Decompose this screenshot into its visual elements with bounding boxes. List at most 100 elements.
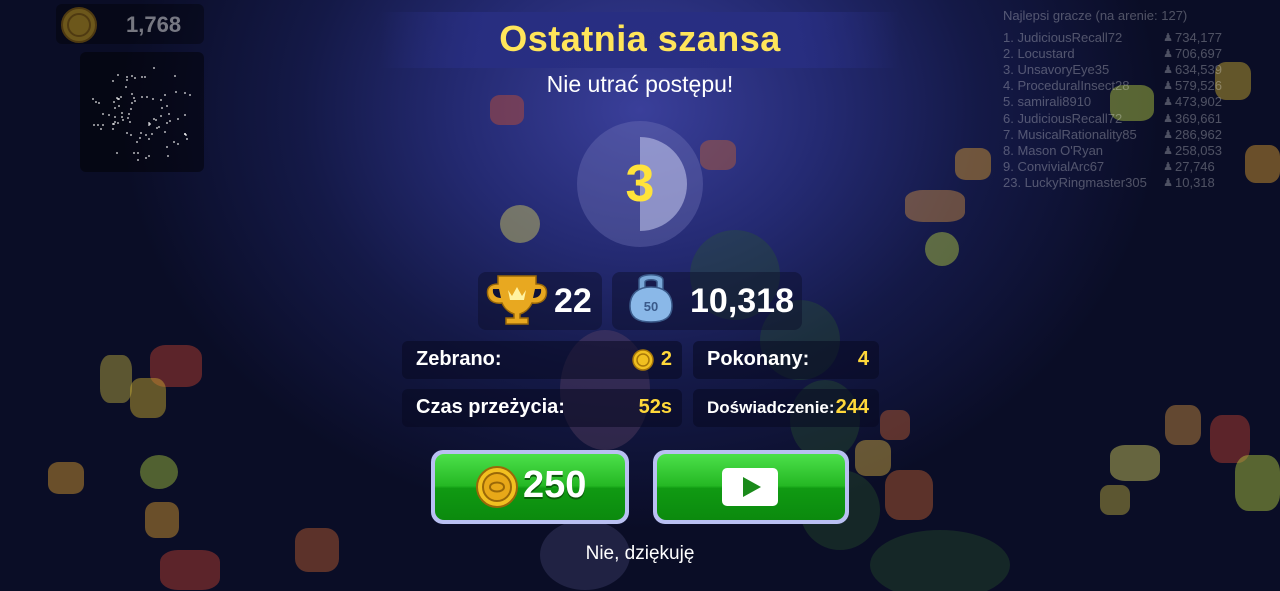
minimap-dot xyxy=(96,124,99,127)
minimap-dot xyxy=(166,105,168,108)
minimap-dot xyxy=(102,123,105,126)
minimap-dot xyxy=(158,125,161,128)
minimap-dot xyxy=(140,132,143,135)
leaderboard-player-score: 10,318 xyxy=(1175,175,1215,191)
minimap-dot xyxy=(112,127,115,130)
minimap-dot xyxy=(151,133,154,136)
minimap-dot xyxy=(112,123,115,126)
leaderboard-row: 23. LuckyRingmaster305 ♟ 10,318 xyxy=(1003,175,1243,191)
food-item xyxy=(700,140,736,170)
countdown-number: 3 xyxy=(625,155,655,213)
buy-revive-button[interactable]: 250 xyxy=(431,450,629,524)
minimap-dot xyxy=(168,113,171,116)
leaderboard-row: 7. MusicalRationality85 ♟ 286,962 xyxy=(1003,126,1243,142)
food-item xyxy=(1165,405,1201,445)
minimap-dot xyxy=(139,136,142,139)
minimap-dot xyxy=(144,134,147,137)
mass-panel: 50 10,318 xyxy=(612,272,802,330)
leaderboard-player-score: 369,661 xyxy=(1175,110,1222,126)
stat-collected-value: 2 xyxy=(660,348,672,370)
food-item xyxy=(885,470,933,520)
food-item xyxy=(1100,485,1130,515)
coin-icon xyxy=(476,466,518,508)
leaderboard-row: 9. ConvivialArc67 ♟ 27,746 xyxy=(1003,159,1243,175)
play-icon xyxy=(722,468,778,506)
minimap-dot xyxy=(151,97,154,100)
watch-video-button-face[interactable] xyxy=(657,454,845,520)
minimap-dot xyxy=(169,119,172,122)
leaderboard-player-score: 27,746 xyxy=(1175,159,1215,175)
stat-experience: Doświadczenie: 244 xyxy=(693,389,879,427)
minimap-dot xyxy=(107,113,110,116)
minimap-dot xyxy=(121,118,124,121)
minimap-dot xyxy=(117,105,120,108)
minimap-dot xyxy=(130,134,133,137)
minimap-dot xyxy=(183,132,186,135)
minimap-dot xyxy=(101,112,104,115)
food-item xyxy=(145,502,179,538)
minimap-dot xyxy=(99,128,102,131)
minimap-dot xyxy=(128,120,131,123)
rank-panel: 22 xyxy=(478,272,602,330)
minimap-dot xyxy=(166,145,169,148)
minimap-dot xyxy=(159,114,162,117)
minimap-dot xyxy=(153,67,156,70)
minimap-dot xyxy=(127,116,130,119)
player-icon: ♟ xyxy=(1163,112,1173,125)
minimap-dot xyxy=(172,141,175,144)
stat-defeated-value: 4 xyxy=(857,348,869,370)
coin-icon xyxy=(632,349,654,371)
minimap-dot xyxy=(148,121,151,124)
leaderboard-player-name: 7. MusicalRationality85 xyxy=(1003,126,1137,142)
minimap-dot xyxy=(93,124,96,127)
leaderboard-player-name: 9. ConvivialArc67 xyxy=(1003,159,1105,175)
player-icon: ♟ xyxy=(1163,177,1173,190)
minimap-dot xyxy=(166,121,169,124)
kettlebell-icon: 50 xyxy=(629,274,673,323)
food-item xyxy=(1245,145,1280,183)
minimap-dot xyxy=(97,102,100,105)
minimap-dot xyxy=(148,137,151,140)
minimap-dot xyxy=(113,115,116,118)
food-item xyxy=(855,440,891,476)
minimap xyxy=(80,52,204,172)
minimap-dot xyxy=(136,152,139,155)
stat-experience-label: Doświadczenie: xyxy=(707,398,835,417)
stat-survival-value: 52s xyxy=(638,396,672,418)
minimap-dot xyxy=(177,118,180,121)
food-item xyxy=(48,462,84,494)
stat-collected-label: Zebrano: xyxy=(416,348,502,370)
minimap-dot xyxy=(132,152,135,155)
minimap-dot xyxy=(136,159,139,162)
stat-survival-label: Czas przeżycia: xyxy=(416,396,565,418)
minimap-dot xyxy=(176,143,179,146)
food-item xyxy=(1110,445,1160,481)
minimap-dot xyxy=(126,131,129,134)
food-item xyxy=(140,455,178,489)
minimap-dot xyxy=(113,107,116,110)
minimap-dot xyxy=(127,112,130,115)
stat-survival: Czas przeżycia: 52s xyxy=(402,389,682,427)
minimap-dot xyxy=(92,98,95,101)
player-icon: ♟ xyxy=(1163,128,1173,141)
buy-revive-button-face[interactable]: 250 xyxy=(435,454,625,520)
food-item xyxy=(905,190,965,222)
food-item xyxy=(955,148,991,180)
minimap-dot xyxy=(147,154,150,157)
leaderboard-row: 6. JudiciousRecall72 ♟ 369,661 xyxy=(1003,110,1243,126)
minimap-dot xyxy=(185,138,188,141)
dialog-subtitle: Nie utrać postępu! xyxy=(546,71,734,97)
minimap-dot xyxy=(133,100,136,103)
food-item xyxy=(500,205,540,243)
stat-defeated: Pokonany: 4 xyxy=(693,341,879,379)
minimap-dot xyxy=(116,151,119,154)
minimap-dot xyxy=(120,112,123,115)
dialog-title: Ostatnia szansa xyxy=(499,18,781,59)
stat-experience-value: 244 xyxy=(835,396,869,418)
minimap-dot xyxy=(159,98,162,101)
minimap-dot xyxy=(163,131,166,134)
minimap-dot xyxy=(112,100,115,103)
decline-link[interactable]: Nie, dziękuję xyxy=(0,543,1280,565)
leaderboard-player-name: 8. Mason O'Ryan xyxy=(1003,142,1104,158)
watch-video-button[interactable] xyxy=(653,450,849,524)
